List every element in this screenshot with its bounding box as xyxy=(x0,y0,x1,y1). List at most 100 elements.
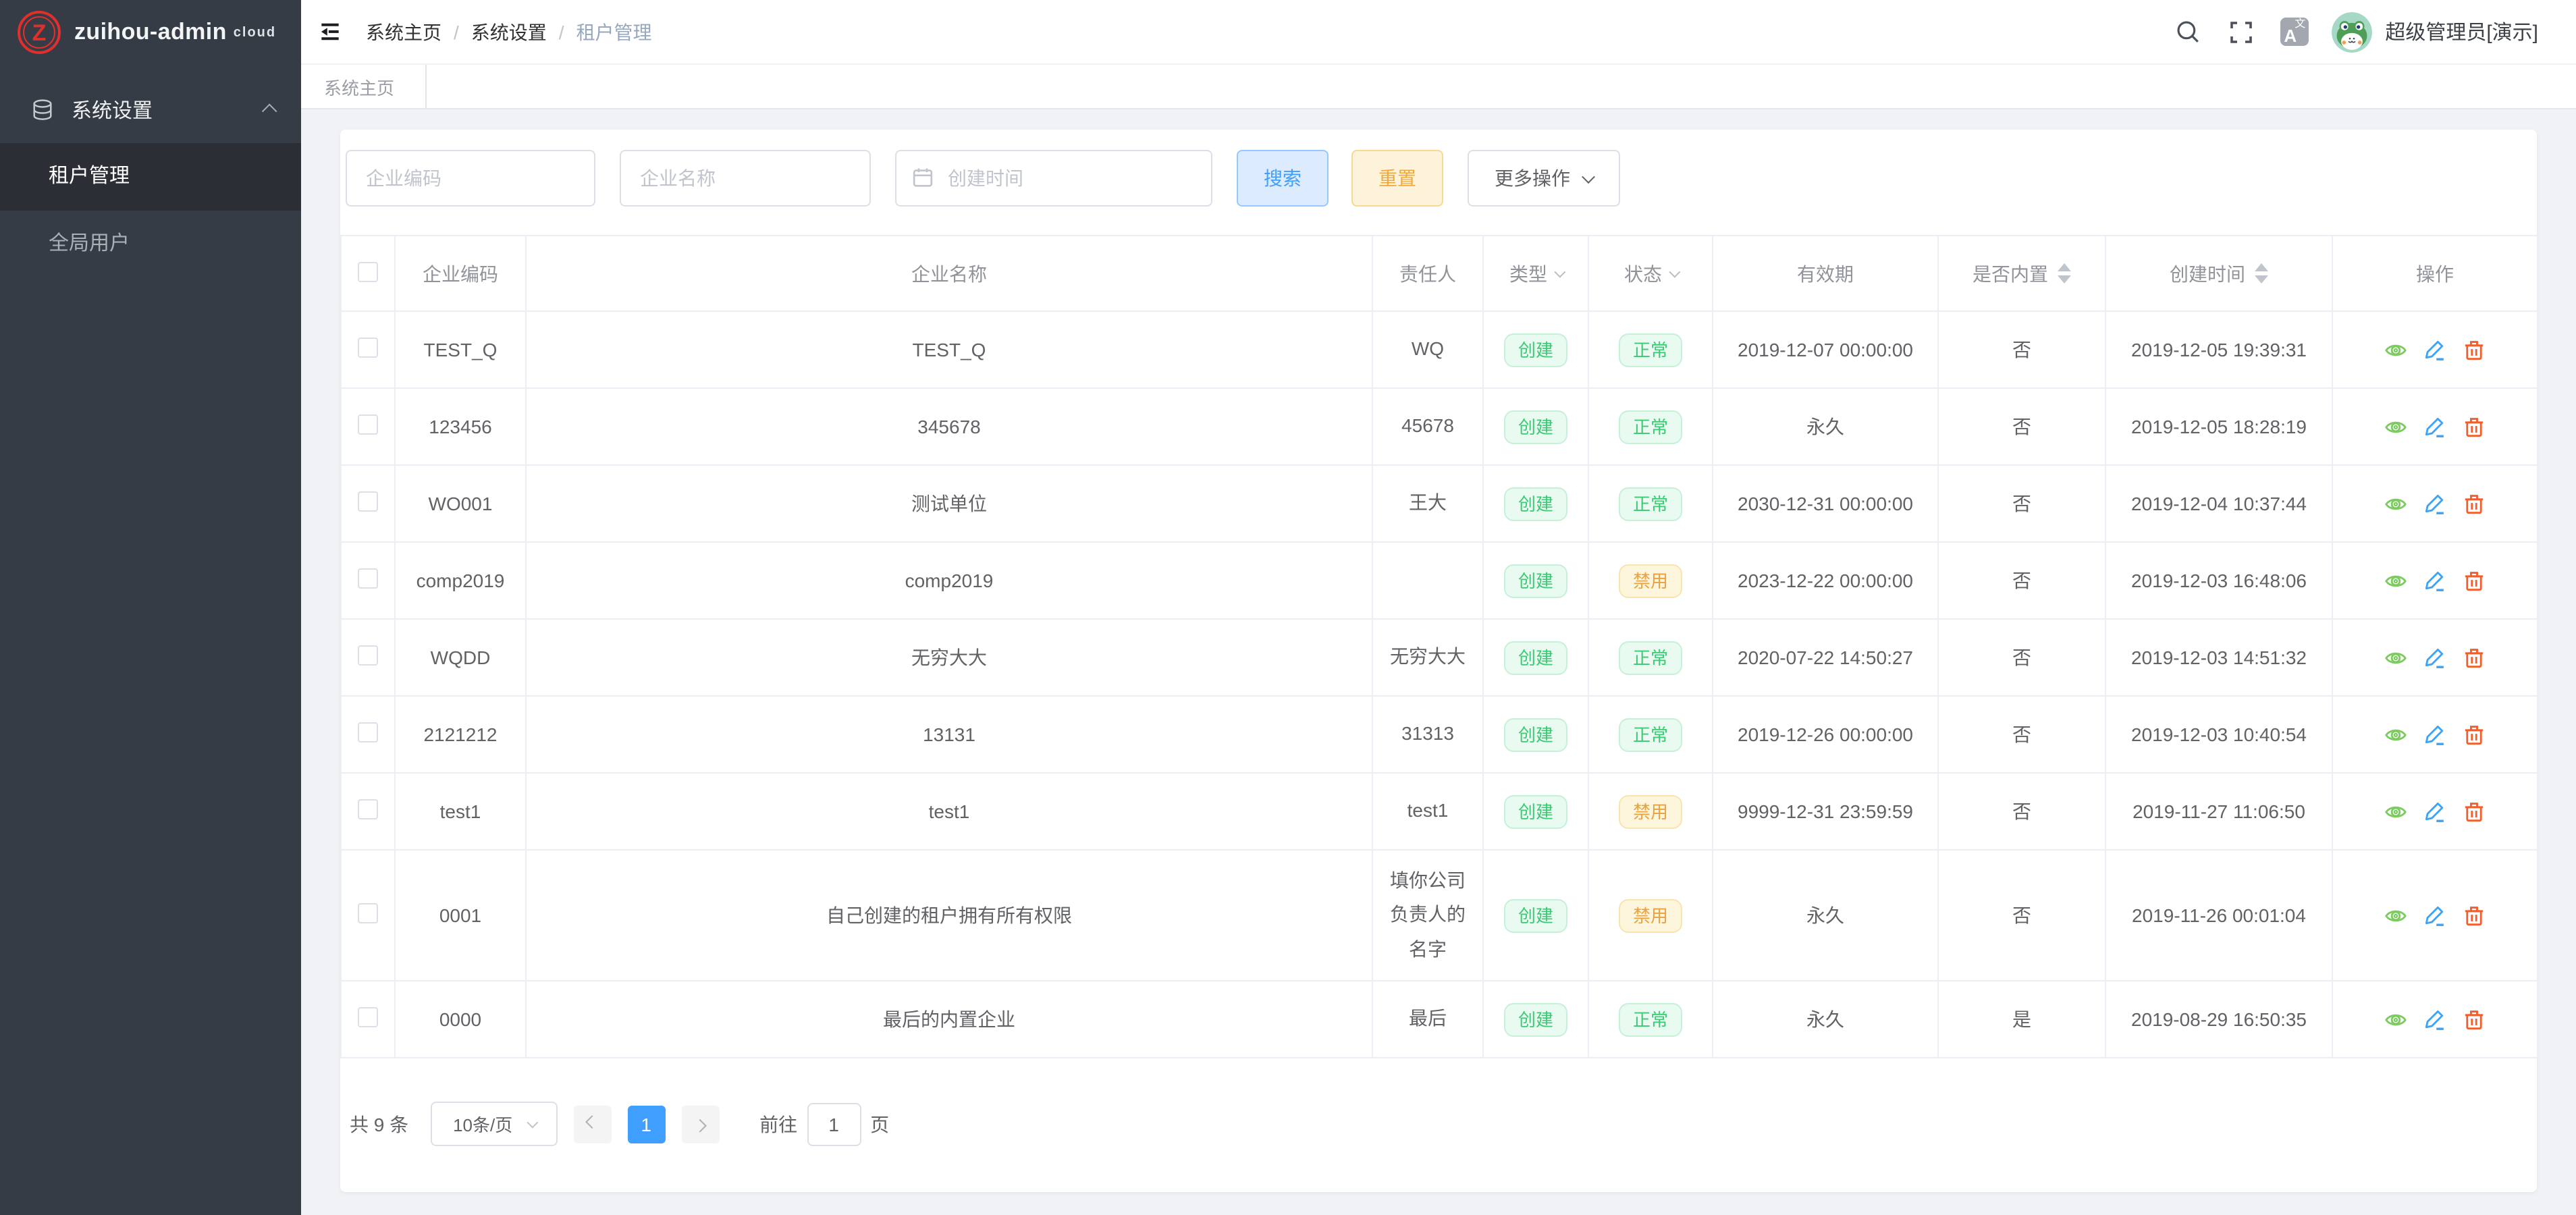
table-row: test1test1test1创建禁用9999-12-31 23:59:59否2… xyxy=(341,773,2538,850)
next-page-button[interactable] xyxy=(681,1105,719,1143)
delete-icon[interactable] xyxy=(2463,570,2486,593)
company-code-input[interactable] xyxy=(346,150,595,207)
sidebar: Z zuihou-admin cloud 系统设置 租户管理 全局用户 xyxy=(0,0,301,1215)
cell-actions xyxy=(2332,619,2538,696)
view-icon[interactable] xyxy=(2384,416,2407,439)
delete-icon[interactable] xyxy=(2463,905,2486,927)
edit-icon[interactable] xyxy=(2423,570,2446,593)
view-icon[interactable] xyxy=(2384,647,2407,670)
view-icon[interactable] xyxy=(2384,905,2407,927)
edit-icon[interactable] xyxy=(2423,724,2446,747)
edit-icon[interactable] xyxy=(2423,801,2446,824)
view-icon[interactable] xyxy=(2384,724,2407,747)
edit-icon[interactable] xyxy=(2423,416,2446,439)
delete-icon[interactable] xyxy=(2463,647,2486,670)
search-icon[interactable] xyxy=(2174,18,2201,45)
fullscreen-icon[interactable] xyxy=(2227,18,2254,45)
user-name[interactable]: 超级管理员[演示] xyxy=(2385,18,2538,46)
delete-icon[interactable] xyxy=(2463,1008,2486,1031)
sort-icon[interactable] xyxy=(2058,263,2071,284)
cell-builtin: 否 xyxy=(1938,696,2105,773)
cell-actions xyxy=(2332,311,2538,388)
sidebar-item-tenant-management[interactable]: 租户管理 xyxy=(0,143,301,211)
cell-validity: 永久 xyxy=(1713,850,1938,981)
row-checkbox[interactable] xyxy=(358,1007,378,1027)
cell-type: 创建 xyxy=(1483,388,1588,465)
sidebar-fold-icon[interactable] xyxy=(315,17,344,47)
view-icon[interactable] xyxy=(2384,339,2407,362)
filter-icon[interactable] xyxy=(1669,266,1680,277)
status-badge: 正常 xyxy=(1619,1002,1682,1036)
edit-icon[interactable] xyxy=(2423,339,2446,362)
language-icon[interactable]: A 文 xyxy=(2280,18,2308,46)
goto-page-input[interactable] xyxy=(807,1102,861,1145)
table-row: 0000最后的内置企业最后创建正常永久是2019-08-29 16:50:35 xyxy=(341,981,2538,1058)
col-header-name: 企业名称 xyxy=(526,236,1372,311)
cell-validity: 2019-12-07 00:00:00 xyxy=(1713,311,1938,388)
status-badge: 正常 xyxy=(1619,641,1682,674)
row-checkbox[interactable] xyxy=(358,799,378,819)
company-name-input[interactable] xyxy=(620,150,871,207)
breadcrumb-item-home[interactable]: 系统主页 xyxy=(366,18,441,45)
cell-code: comp2019 xyxy=(395,542,526,619)
view-icon[interactable] xyxy=(2384,493,2407,516)
edit-icon[interactable] xyxy=(2423,905,2446,927)
cell-type: 创建 xyxy=(1483,850,1588,981)
reset-button[interactable]: 重置 xyxy=(1351,150,1443,207)
cell-type: 创建 xyxy=(1483,542,1588,619)
chevron-left-icon xyxy=(585,1115,599,1129)
type-badge: 创建 xyxy=(1505,898,1567,932)
sort-icon[interactable] xyxy=(2255,263,2268,284)
avatar[interactable] xyxy=(2331,11,2371,52)
select-all-checkbox[interactable] xyxy=(358,261,378,281)
view-icon[interactable] xyxy=(2384,1008,2407,1031)
col-header-owner: 责任人 xyxy=(1372,236,1483,311)
row-checkbox[interactable] xyxy=(358,414,378,435)
row-checkbox[interactable] xyxy=(358,903,378,923)
row-checkbox[interactable] xyxy=(358,645,378,666)
row-checkbox[interactable] xyxy=(358,568,378,589)
page-number-1[interactable]: 1 xyxy=(627,1105,665,1143)
delete-icon[interactable] xyxy=(2463,724,2486,747)
cell-actions xyxy=(2332,465,2538,542)
more-actions-button[interactable]: 更多操作 xyxy=(1468,150,1620,207)
page-size-select[interactable]: 10条/页 xyxy=(430,1102,557,1146)
cell-validity: 2030-12-31 00:00:00 xyxy=(1713,465,1938,542)
edit-icon[interactable] xyxy=(2423,1008,2446,1031)
sidebar-item-global-users[interactable]: 全局用户 xyxy=(0,211,301,278)
cell-name: comp2019 xyxy=(526,542,1372,619)
table-row: TEST_QTEST_QWQ创建正常2019-12-07 00:00:00否20… xyxy=(341,311,2538,388)
delete-icon[interactable] xyxy=(2463,339,2486,362)
view-icon[interactable] xyxy=(2384,570,2407,593)
breadcrumb-item-settings[interactable]: 系统设置 xyxy=(471,18,547,45)
delete-icon[interactable] xyxy=(2463,801,2486,824)
edit-icon[interactable] xyxy=(2423,493,2446,516)
status-badge: 正常 xyxy=(1619,410,1682,443)
search-button[interactable]: 搜索 xyxy=(1237,150,1329,207)
edit-icon[interactable] xyxy=(2423,647,2446,670)
delete-icon[interactable] xyxy=(2463,493,2486,516)
cell-actions xyxy=(2332,850,2538,981)
status-badge: 正常 xyxy=(1619,487,1682,520)
cell-name: 测试单位 xyxy=(526,465,1372,542)
cell-validity: 2020-07-22 14:50:27 xyxy=(1713,619,1938,696)
prev-page-button[interactable] xyxy=(573,1105,611,1143)
cell-owner: 王大 xyxy=(1372,465,1483,542)
cell-owner: 45678 xyxy=(1372,388,1483,465)
cell-owner: 填你公司负责人的名字 xyxy=(1372,850,1483,981)
status-badge: 正常 xyxy=(1619,718,1682,751)
row-checkbox[interactable] xyxy=(358,722,378,742)
view-icon[interactable] xyxy=(2384,801,2407,824)
type-badge: 创建 xyxy=(1505,1002,1567,1036)
filter-icon[interactable] xyxy=(1554,266,1565,277)
tab-system-home[interactable]: 系统主页 xyxy=(301,65,427,108)
chevron-up-icon xyxy=(262,104,277,119)
row-checkbox[interactable] xyxy=(358,338,378,358)
created-time-input[interactable] xyxy=(895,150,1212,207)
created-time-datepicker[interactable] xyxy=(895,150,1212,207)
type-badge: 创建 xyxy=(1505,718,1567,751)
row-checkbox[interactable] xyxy=(358,491,378,512)
delete-icon[interactable] xyxy=(2463,416,2486,439)
sidebar-group-system-settings[interactable]: 系统设置 xyxy=(0,76,301,143)
filter-bar: 搜索 重置 更多操作 xyxy=(340,150,2537,207)
